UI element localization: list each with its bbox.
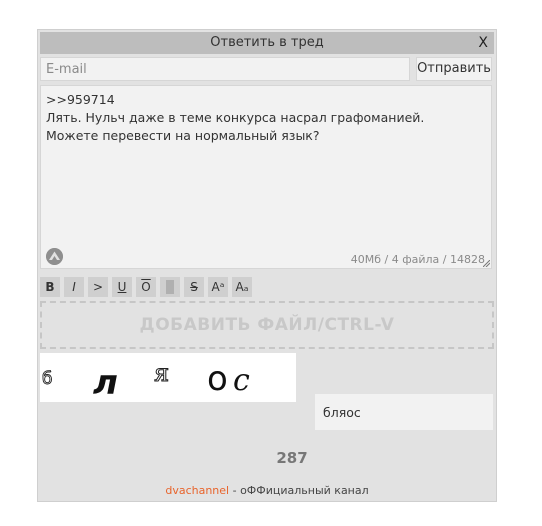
spoiler-block-icon <box>166 280 174 294</box>
dialog-titlebar[interactable]: Ответить в тред X <box>40 32 494 54</box>
captcha-char-2: л <box>93 363 118 402</box>
post-count: 287 <box>276 449 308 467</box>
italic-button[interactable]: I <box>64 277 84 297</box>
resize-grip-icon[interactable] <box>483 260 490 267</box>
upload-limit-counter: 40Мб / 4 файла / 14828 <box>350 253 485 266</box>
quote-button[interactable]: > <box>88 277 108 297</box>
footer-suffix: - оФФициальный канал <box>229 484 369 497</box>
bold-button[interactable]: B <box>40 277 60 297</box>
markup-toolbar: B I > U O S Aᵃ Aₐ <box>40 277 252 297</box>
message-textarea[interactable]: >>959714 Лять. Нульч даже в теме конкурс… <box>40 85 492 269</box>
reply-dialog: Ответить в тред X Отправить >>959714 Лят… <box>37 29 497 502</box>
underline-button[interactable]: U <box>112 277 132 297</box>
message-text: >>959714 Лять. Нульч даже в теме конкурс… <box>46 92 425 143</box>
file-dropzone[interactable]: ДОБАВИТЬ ФАЙЛ/CTRL-V <box>40 301 494 349</box>
captcha-char-4: о <box>207 359 228 399</box>
footer: dvachannel - оФФициальный канал <box>40 482 494 499</box>
strikethrough-button[interactable]: S <box>184 277 204 297</box>
captcha-char-5: с <box>233 363 250 398</box>
captcha-char-3: я <box>154 359 169 387</box>
captcha-char-1: б <box>42 369 52 389</box>
subscript-button[interactable]: Aₐ <box>232 277 252 297</box>
email-field[interactable] <box>40 57 410 81</box>
dvachannel-link[interactable]: dvachannel <box>165 484 229 497</box>
close-button[interactable]: X <box>478 32 488 54</box>
spoiler-button[interactable] <box>160 277 180 297</box>
overline-button[interactable]: O <box>136 277 156 297</box>
send-button[interactable]: Отправить <box>416 57 492 81</box>
captcha-input[interactable] <box>315 394 493 430</box>
dvach-logo-icon[interactable] <box>46 248 63 265</box>
captcha-image: б л я о с <box>40 353 296 403</box>
superscript-button[interactable]: Aᵃ <box>208 277 228 297</box>
dialog-title: Ответить в тред <box>210 35 324 50</box>
